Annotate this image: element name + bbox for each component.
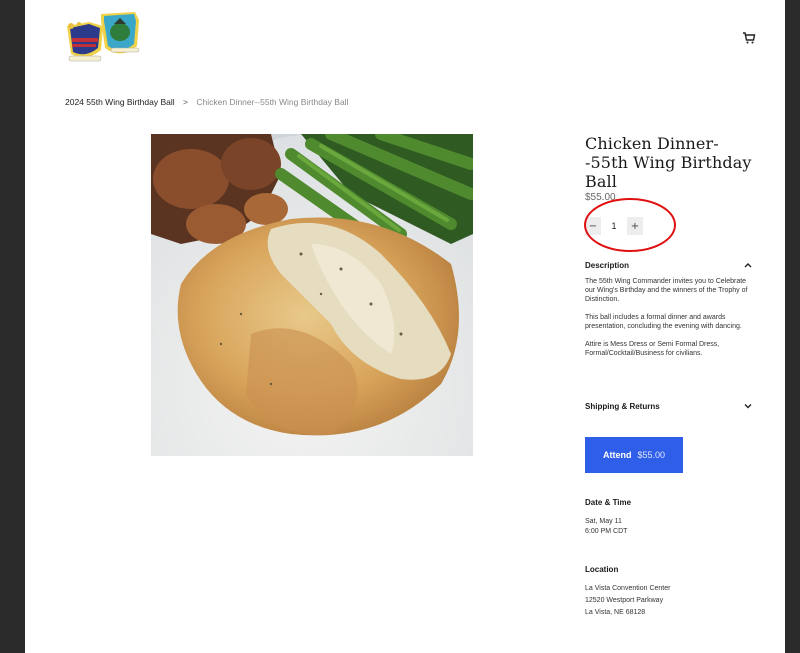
location-label: Location [585,565,619,574]
chevron-up-icon [744,263,752,268]
description-paragraph: This ball includes a formal dinner and a… [585,314,742,330]
attend-button[interactable]: Attend $55.00 [585,437,683,473]
chevron-down-icon [744,404,752,409]
product-details: Chicken Dinner--55th Wing Birthday Ball … [585,134,757,616]
breadcrumb-current: Chicken Dinner--55th Wing Birthday Ball [196,97,349,107]
breadcrumb-link-parent[interactable]: 2024 55th Wing Birthday Ball [65,97,175,107]
description-paragraph: The 55th Wing Commander invites you to C… [585,278,748,303]
location-venue: La Vista Convention Center [585,585,671,592]
shipping-returns-label: Shipping & Returns [585,401,660,411]
description-paragraph: Attire is Mess Dress or Semi Formal Dres… [585,341,720,357]
attend-button-label: Attend [602,450,632,460]
location-city: La Vista, NE 68128 [585,609,646,616]
description-toggle[interactable]: Description [585,260,753,270]
shipping-returns-toggle[interactable]: Shipping & Returns [585,401,753,411]
wing-logo-icon[interactable] [63,10,143,66]
product-image [151,134,473,456]
cart-icon[interactable] [741,30,757,46]
event-date: Sat, May 11 [585,518,622,525]
highlight-circle [584,198,676,252]
description-body: The 55th Wing Commander invites you to C… [585,277,753,367]
location-street: 12520 Westport Parkway [585,597,664,604]
breadcrumb-separator: > [183,97,188,107]
description-label: Description [585,260,630,270]
attend-button-price: $55.00 [637,450,666,460]
product-title: Chicken Dinner--55th Wing Birthday Ball [585,134,752,191]
breadcrumb: 2024 55th Wing Birthday Ball > Chicken D… [65,97,348,107]
date-time-label: Date & Time [585,498,632,507]
page: 2024 55th Wing Birthday Ball > Chicken D… [25,0,785,653]
event-time: 6:00 PM CDT [585,528,628,535]
